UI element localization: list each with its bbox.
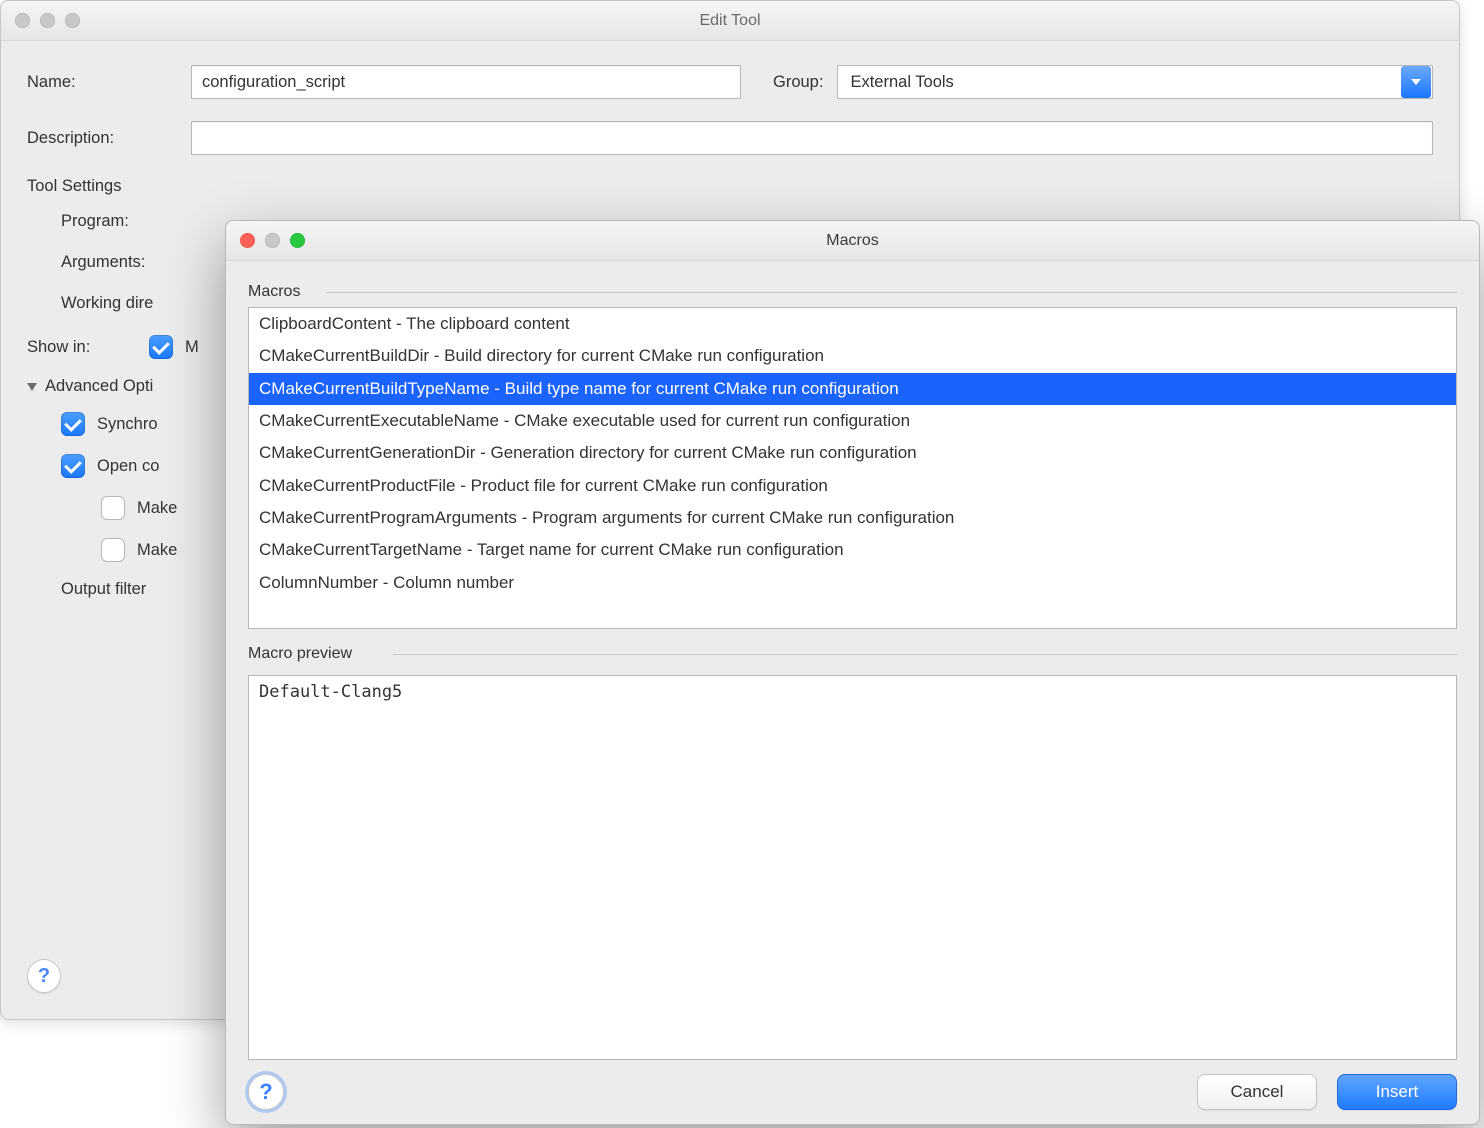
macros-window: Macros Macros ClipboardContent - The cli… — [225, 220, 1480, 1125]
synchronize-checkbox[interactable] — [61, 412, 85, 436]
macros-titlebar: Macros — [226, 221, 1479, 261]
cancel-button[interactable]: Cancel — [1197, 1074, 1317, 1110]
description-label: Description: — [27, 129, 177, 148]
help-button[interactable]: ? — [248, 1074, 284, 1110]
name-input[interactable] — [191, 65, 741, 99]
edit-tool-title: Edit Tool — [1, 12, 1459, 30]
make-stdout-checkbox[interactable] — [101, 496, 125, 520]
make-stderr-label-partial: Make — [137, 541, 177, 560]
output-filter-label: Output filter — [61, 580, 146, 599]
name-label: Name: — [27, 73, 177, 92]
make-stdout-label-partial: Make — [137, 499, 177, 518]
macros-list-label: Macros — [248, 283, 1457, 301]
macro-item[interactable]: CMakeCurrentTargetName - Target name for… — [249, 534, 1456, 566]
advanced-options-label: Advanced Opti — [45, 377, 153, 396]
macro-item[interactable]: ClipboardContent - The clipboard content — [249, 308, 1456, 340]
edit-tool-titlebar: Edit Tool — [1, 1, 1459, 41]
disclosure-triangle-icon — [27, 383, 37, 391]
cancel-button-label: Cancel — [1231, 1082, 1284, 1102]
chevron-down-icon[interactable] — [1401, 66, 1431, 98]
show-in-first-partial: M — [185, 338, 199, 357]
group-label: Group: — [773, 73, 823, 92]
macro-item[interactable]: CMakeCurrentBuildDir - Build directory f… — [249, 340, 1456, 372]
make-stderr-checkbox[interactable] — [101, 538, 125, 562]
synchronize-label-partial: Synchro — [97, 415, 158, 434]
macro-item[interactable]: CMakeCurrentProductFile - Product file f… — [249, 470, 1456, 502]
show-in-first-checkbox[interactable] — [149, 335, 173, 359]
insert-button-label: Insert — [1376, 1082, 1419, 1102]
macro-preview-label: Macro preview — [248, 645, 1457, 663]
insert-button[interactable]: Insert — [1337, 1074, 1457, 1110]
macro-item[interactable]: ColumnNumber - Column number — [249, 567, 1456, 599]
help-button[interactable]: ? — [27, 959, 61, 993]
macro-preview: Default-Clang5 — [248, 675, 1457, 1060]
group-select[interactable]: External Tools — [837, 65, 1433, 99]
tool-settings-label: Tool Settings — [27, 177, 1433, 196]
macro-preview-value: Default-Clang5 — [259, 682, 402, 702]
macro-item[interactable]: CMakeCurrentGenerationDir - Generation d… — [249, 437, 1456, 469]
group-select-value: External Tools — [850, 73, 953, 92]
macros-list[interactable]: ClipboardContent - The clipboard content… — [248, 307, 1457, 629]
macro-item[interactable]: CMakeCurrentExecutableName - CMake execu… — [249, 405, 1456, 437]
macros-title: Macros — [226, 232, 1479, 250]
open-console-label-partial: Open co — [97, 457, 159, 476]
show-in-label: Show in: — [27, 338, 137, 357]
macro-item[interactable]: CMakeCurrentBuildTypeName - Build type n… — [249, 373, 1456, 405]
macro-item[interactable]: CMakeCurrentProgramArguments - Program a… — [249, 502, 1456, 534]
open-console-checkbox[interactable] — [61, 454, 85, 478]
description-input[interactable] — [191, 121, 1433, 155]
